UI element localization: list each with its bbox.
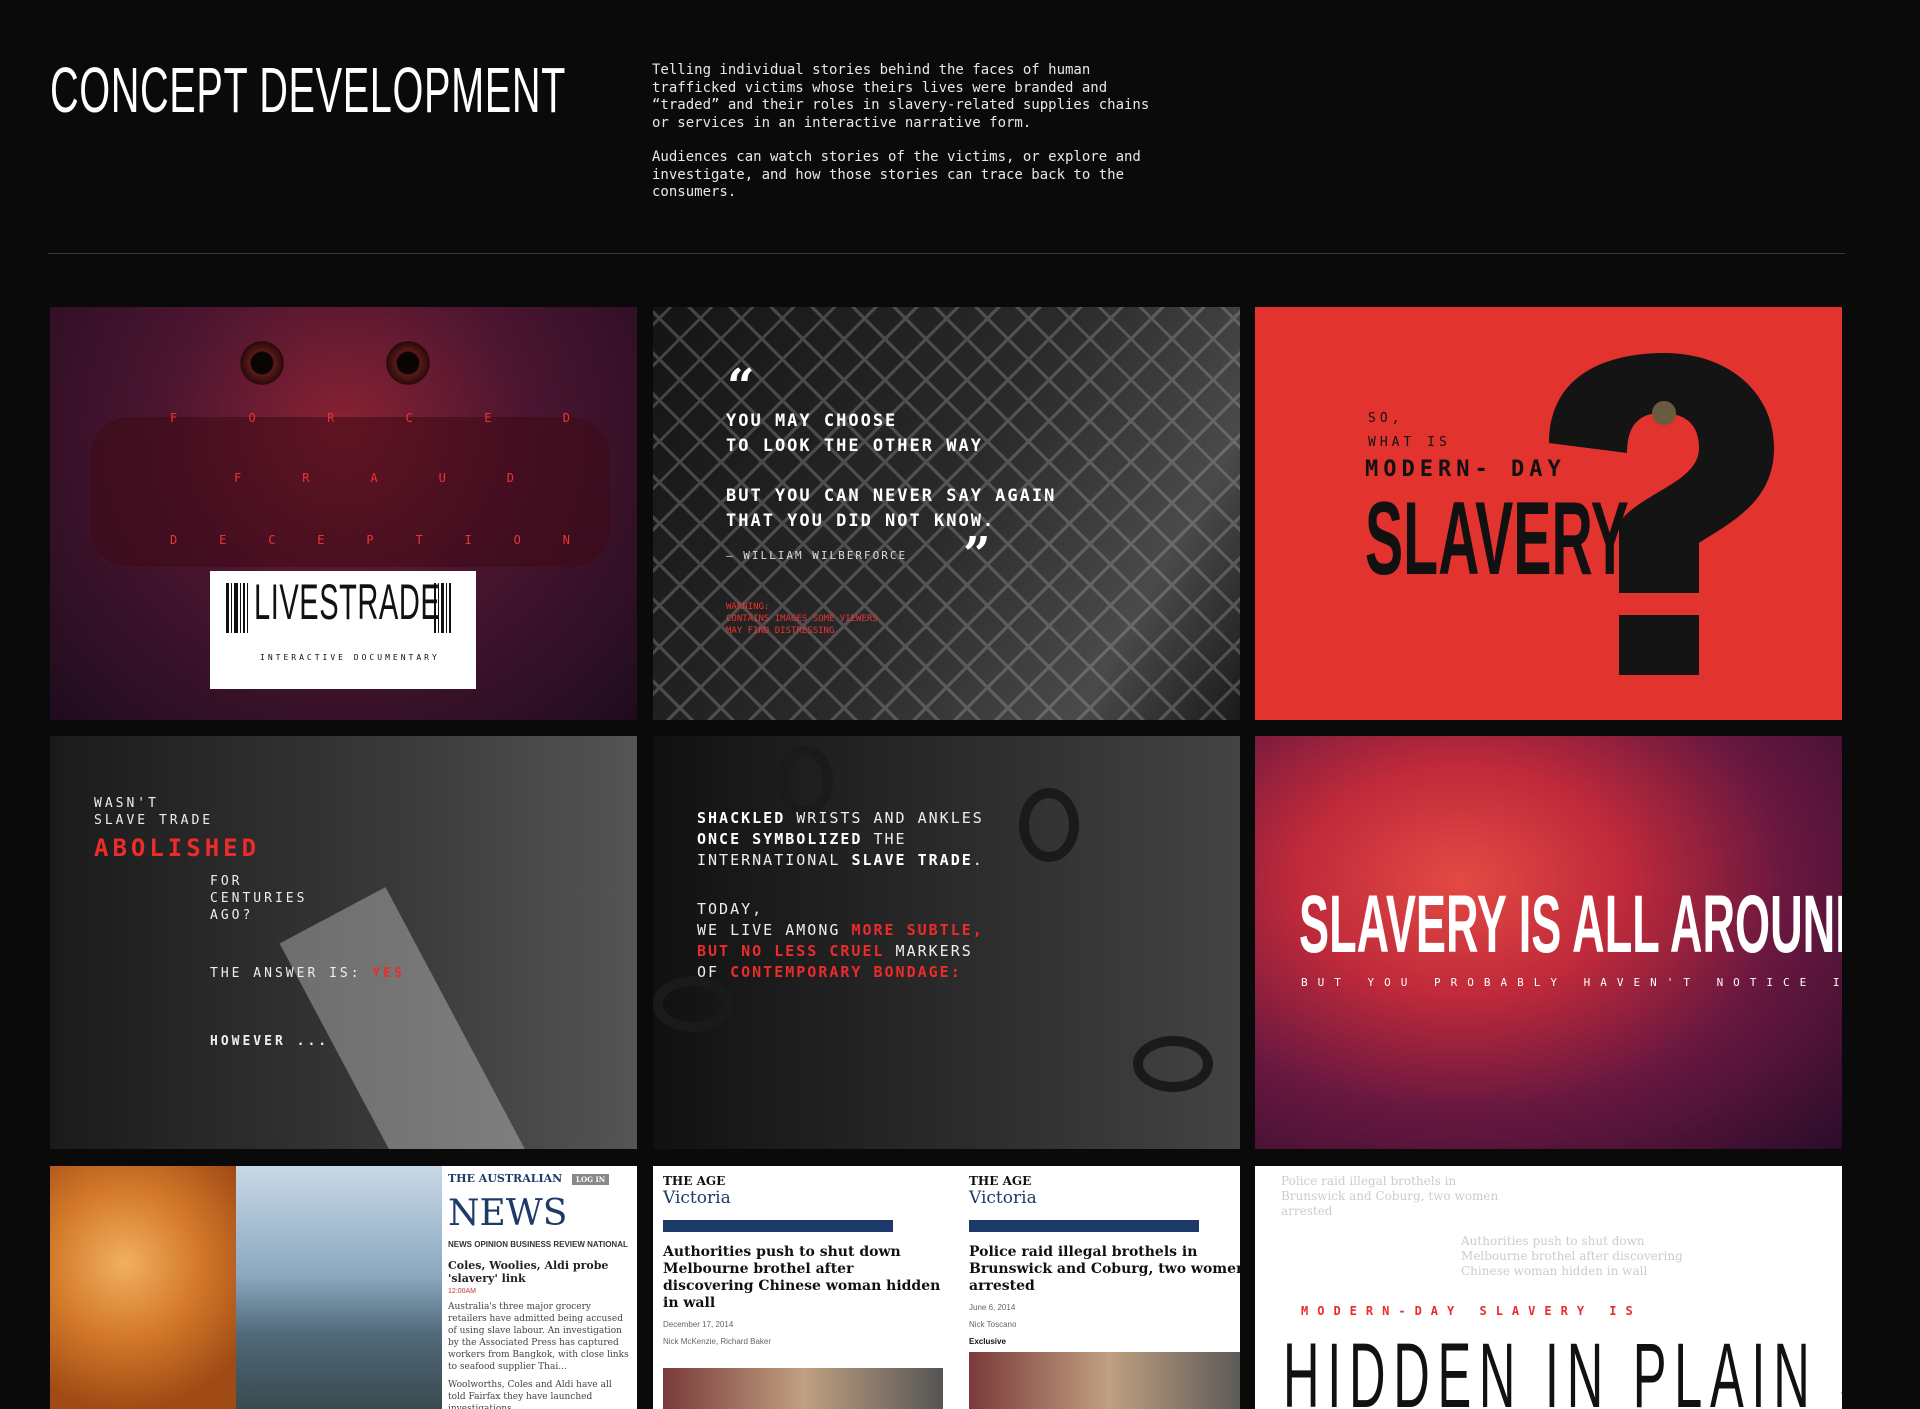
quote-text: YOU MAY CHOOSE TO LOOK THE OTHER WAY BUT… [726,411,1057,531]
text-wasnt: WASN'T [94,796,159,811]
panel-livestrade: FORCED FRAUD DECEPTION LIVESTRADE INTERA… [50,307,637,720]
article-right: THE AGE Victoria Police raid illegal bro… [969,1174,1240,1409]
text-abolished: ABOLISHED [94,834,261,862]
text-however: HOWEVER ... [210,1034,330,1049]
panel-hidden-in-plain-sight: Police raid illegal brothels in Brunswic… [1255,1166,1842,1409]
panel-shackles: SHACKLED WRISTS AND ANKLES ONCE SYMBOLIZ… [653,736,1240,1149]
livestrade-logo: LIVESTRADE [254,574,441,630]
article-tag: Exclusive [969,1337,1006,1346]
article-headline: Coles, Woolies, Aldi probe 'slavery' lin… [448,1259,609,1285]
word-forced: FORCED [170,411,570,425]
subline-havent-noticed: BUT YOU PROBABLY HAVEN'T NOTICE IT [1301,976,1842,989]
region-victoria: Victoria [969,1188,1037,1208]
article-body-2: Woolworths, Coles and Aldi have all told… [448,1380,612,1409]
panel-news-australian: THE AUSTRALIAN LOG IN NEWS NEWS OPINION … [50,1166,637,1409]
headline-all-around-us: SLAVERY IS ALL AROUND US [1299,879,1842,970]
quote-attribution: – WILLIAM WILBERFORCE [726,549,908,562]
seafood-dish-image [50,1166,236,1409]
divider [48,253,1845,254]
fishing-boat-image [236,1166,442,1409]
faded-headline: Police raid illegal brothels in Brunswic… [1281,1174,1499,1218]
text-for: FOR [210,874,243,889]
article-date: June 6, 2014 [969,1303,1016,1312]
section-news: NEWS [448,1193,568,1234]
kicker-modern-day-slavery: MODERN-DAY SLAVERY IS [1301,1304,1642,1318]
article-time: 12:00AM [448,1288,477,1295]
news-nav-bar [663,1220,893,1232]
ticket-subtitle: INTERACTIVE DOCUMENTARY [260,653,440,662]
panel-news-the-age: THE AGE Victoria Authorities push to shu… [653,1166,1240,1409]
livestrade-ticket: LIVESTRADE INTERACTIVE DOCUMENTARY [210,571,476,689]
chain-image [653,976,733,1032]
shackle-image [1019,788,1079,862]
lead-what-is: WHAT IS [1368,435,1451,450]
barcode-icon [434,583,451,633]
article-date: December 17, 2014 [663,1320,734,1329]
word-deception: DECEPTION [170,533,570,547]
article-byline: Nick Toscano [969,1320,1017,1329]
chain-image [1133,1036,1213,1092]
eye-image [380,341,436,385]
answer-label: THE ANSWER IS: YES [210,966,405,981]
open-quote-icon: “ [727,359,755,415]
close-quote-icon: ” [963,527,991,583]
shackles-paragraph: SHACKLED WRISTS AND ANKLES ONCE SYMBOLIZ… [697,809,984,869]
text-ago: AGO? [210,908,254,923]
panel-abolished: WASN'T SLAVE TRADE ABOLISHED FOR CENTURI… [50,736,637,1149]
lead-modern-day: MODERN- DAY [1365,457,1566,482]
masthead-the-age: THE AGE [663,1174,726,1188]
news-nav: NEWS OPINION BUSINESS REVIEW NATIONAL [448,1240,628,1249]
article-left: THE AGE Victoria Authorities push to shu… [663,1174,943,1409]
intro-paragraph-1: Telling individual stories behind the fa… [652,62,1150,131]
text-slave-trade: SLAVE TRADE [94,813,214,828]
masthead-the-australian: THE AUSTRALIAN LOG IN [448,1172,631,1185]
intro-text: Telling individual stories behind the fa… [652,62,1152,219]
panel-modern-day-slavery: SO, WHAT IS MODERN- DAY SLAVERY [1255,307,1842,720]
eye-image [234,341,290,385]
abolish-slavery-sash-image [279,887,541,1149]
article-byline: Nick McKenzie, Richard Baker [663,1337,772,1346]
news-nav-bar [969,1220,1199,1232]
news-article-australian: THE AUSTRALIAN LOG IN NEWS NEWS OPINION … [442,1166,637,1409]
barcode-icon [226,583,248,633]
article-body: Australia's three major grocery retailer… [448,1302,629,1372]
region-victoria: Victoria [663,1188,731,1208]
article-photo [969,1352,1240,1409]
lead-so: SO, [1368,411,1404,426]
headline-hidden-in-plain-sight: HIDDEN IN PLAIN SIGHT [1283,1325,1842,1409]
article-headline: Authorities push to shut down Melbourne … [663,1244,941,1311]
panel-quote: “ YOU MAY CHOOSE TO LOOK THE OTHER WAY B… [653,307,1240,720]
word-fraud: FRAUD [234,471,514,485]
faded-headline: Authorities push to shut down Melbourne … [1461,1234,1683,1278]
masthead-the-age: THE AGE [969,1174,1032,1188]
article-photo [663,1368,943,1409]
page-title: CONCEPT DEVELOPMENT [50,54,566,126]
panel-all-around-us: SLAVERY IS ALL AROUND US BUT YOU PROBABL… [1255,736,1842,1149]
intro-paragraph-2: Audiences can watch stories of the victi… [652,149,1141,200]
content-warning: WARNING: CONTAINS IMAGES SOME VIEWERS MA… [726,602,878,636]
article-headline: Police raid illegal brothels in Brunswic… [969,1244,1240,1294]
today-paragraph: TODAY, WE LIVE AMONG MORE SUBTLE, BUT NO… [697,900,984,981]
headline-slavery: SLAVERY [1365,481,1629,597]
text-centuries: CENTURIES [210,891,308,906]
shackle-image [777,746,833,816]
